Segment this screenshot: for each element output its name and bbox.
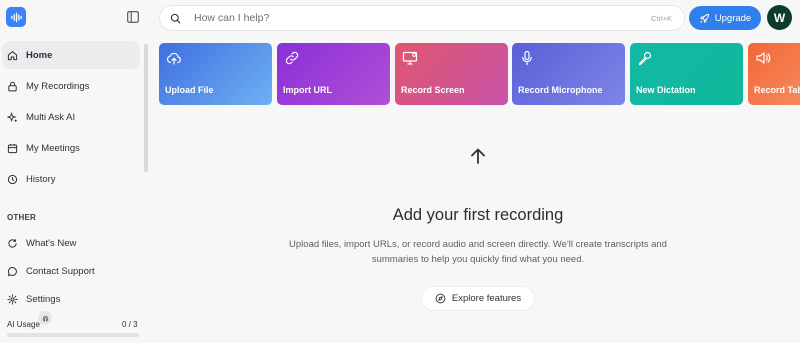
explore-features-label: Explore features <box>451 293 522 304</box>
sidebar-item-my-meetings[interactable]: My Meetings <box>2 134 140 162</box>
fingerprint-icon <box>42 315 48 322</box>
search-bar[interactable]: Ctrl+K <box>159 5 685 31</box>
app-logo[interactable] <box>6 7 26 27</box>
fingerprint-button[interactable] <box>38 311 52 325</box>
sidebar-item-label: Multi Ask AI <box>26 111 76 123</box>
upgrade-label: Upgrade <box>714 12 752 24</box>
calendar-icon <box>7 143 18 153</box>
sidebar-item-whats-new[interactable]: What's New <box>2 229 140 257</box>
compass-icon <box>435 293 446 304</box>
card-label: Import URL <box>283 85 332 95</box>
card-upload-file[interactable]: Upload File <box>159 43 272 105</box>
sidebar-toggle-icon[interactable] <box>127 11 139 23</box>
sidebar-item-contact-support[interactable]: Contact Support <box>2 257 140 285</box>
gear-icon <box>7 293 18 305</box>
search-input[interactable] <box>194 12 651 24</box>
search-shortcut-hint: Ctrl+K <box>650 13 672 23</box>
sidebar-item-label: Home <box>26 49 53 61</box>
speaker-icon <box>756 52 771 64</box>
sidebar-item-label: Contact Support <box>26 265 95 277</box>
sidebar-item-label: Settings <box>26 293 61 305</box>
ai-usage-progress <box>7 333 139 337</box>
sparkles-icon <box>7 111 17 122</box>
card-label: Record Screen <box>401 85 465 95</box>
sidebar-item-my-recordings[interactable]: My Recordings <box>2 72 140 100</box>
ai-usage-count: 0 / 3 <box>122 320 138 329</box>
pen-icon <box>638 51 652 66</box>
sidebar: Home My Recordings Multi Ask AI My Meeti… <box>0 0 148 343</box>
history-icon <box>7 174 18 184</box>
lock-icon <box>8 81 17 91</box>
sidebar-item-multi-ask-ai[interactable]: Multi Ask AI <box>2 103 140 131</box>
sidebar-item-home[interactable]: Home <box>2 41 140 69</box>
card-record-microphone[interactable]: Record Microphone <box>512 43 625 105</box>
empty-state-title: Add your first recording <box>392 206 564 224</box>
sidebar-item-label: What's New <box>26 237 77 249</box>
card-record-tab[interactable]: Record Tab <box>748 43 800 105</box>
home-icon <box>7 50 18 60</box>
sidebar-item-label: My Meetings <box>26 142 80 154</box>
chat-icon <box>7 266 17 276</box>
monitor-icon <box>402 51 418 65</box>
card-label: Upload File <box>165 85 214 95</box>
ai-usage-label: AI Usage <box>7 320 40 329</box>
sidebar-scrollbar[interactable] <box>144 44 148 172</box>
card-record-screen[interactable]: Record Screen <box>395 43 508 105</box>
search-icon <box>170 13 181 23</box>
explore-features-button[interactable]: Explore features <box>421 286 535 311</box>
refresh-icon <box>8 238 17 248</box>
audio-wave-icon <box>10 12 22 22</box>
card-label: Record Microphone <box>518 85 603 95</box>
microphone-icon <box>522 50 532 66</box>
sidebar-item-label: My Recordings <box>26 80 90 92</box>
cloud-upload-icon <box>166 52 181 65</box>
sidebar-item-history[interactable]: History <box>2 165 140 193</box>
sidebar-item-settings[interactable]: Settings <box>2 285 140 313</box>
arrow-up-icon <box>471 148 485 164</box>
card-label: Record Tab <box>754 85 800 95</box>
rocket-icon <box>699 13 709 23</box>
link-icon <box>285 51 299 65</box>
card-label: New Dictation <box>636 85 696 95</box>
user-avatar[interactable]: W <box>767 5 792 30</box>
empty-state-description: Upload files, import URLs, or record aud… <box>289 239 667 265</box>
card-new-dictation[interactable]: New Dictation <box>630 43 743 105</box>
card-import-url[interactable]: Import URL <box>277 43 390 105</box>
section-label-other: OTHER <box>7 213 36 222</box>
upgrade-button[interactable]: Upgrade <box>689 6 761 30</box>
sidebar-item-label: History <box>26 173 56 185</box>
